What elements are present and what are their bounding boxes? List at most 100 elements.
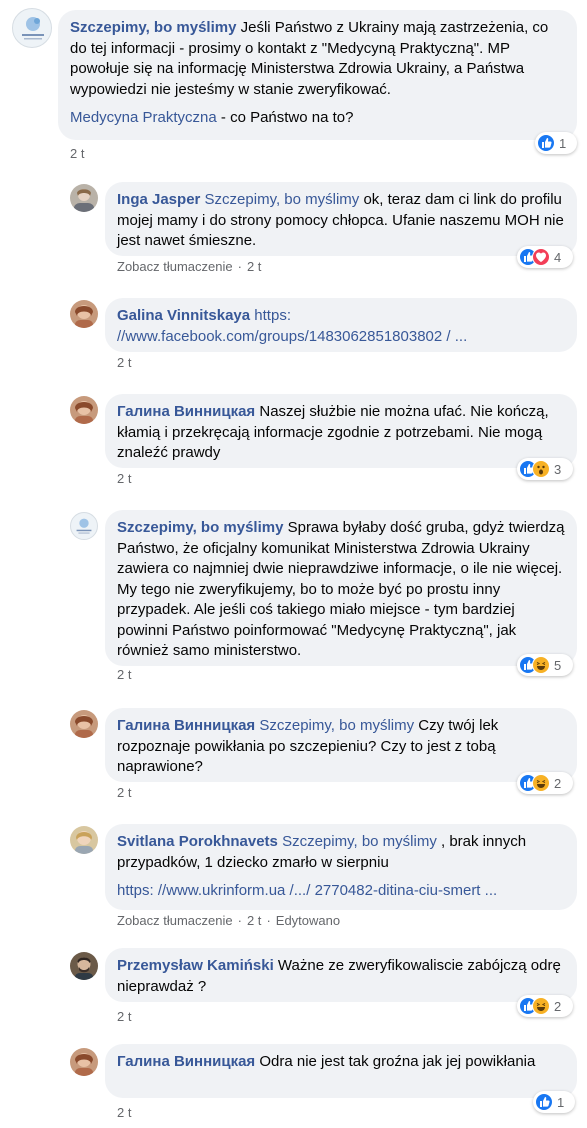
comment-link-paragraph: https: //www.ukrinform.ua /.../ 2770482-… [117,881,565,902]
comment-meta: 2 t [117,785,131,800]
edited-label[interactable]: Edytowano [276,913,340,928]
comment-meta: 2 t [117,1105,131,1120]
meta-separator: · [266,913,271,928]
user-photo-icon [75,715,93,738]
reply-comment: Galina Vinnitskaya https: //www.facebook… [0,292,587,382]
avatar[interactable] [70,710,98,738]
reaction-count: 2 [554,998,562,1014]
comment-author[interactable]: Szczepimy, bo myślimy [117,519,283,536]
comment-meta: Zobacz tłumaczenie · 2 t [117,259,261,274]
comment-timestamp[interactable]: 2 t [117,355,131,370]
reply-comment: Przemysław Kamiński Ważne ze zweryfikowa… [0,942,587,1032]
comment-bubble: Galina Vinnitskaya https: //www.facebook… [105,298,577,352]
reply-comment: Szczepimy, bo myślimy Sprawa byłaby dość… [0,504,587,696]
comment-author[interactable]: Inga Jasper [117,191,200,208]
reactions-summary[interactable]: 2 [517,772,573,794]
reactions-summary[interactable]: 4 [517,246,573,268]
comment-timestamp[interactable]: 2 t [117,1105,131,1120]
comment-bubble: Przemysław Kamiński Ważne ze zweryfikowa… [105,948,577,1002]
comment-bubble: Szczepimy, bo myślimy Jeśli Państwo z Uk… [58,10,577,140]
comment-text: Odra nie jest tak groźna jak jej powikła… [255,1053,536,1070]
comment-bubble: Галина Винницкая Odra nie jest tak groźn… [105,1044,577,1098]
reactions-summary[interactable]: 1 [535,132,577,154]
comment: Szczepimy, bo myślimy Jeśli Państwo z Uk… [0,0,587,170]
comment-timestamp[interactable]: 2 t [117,667,131,682]
haha-reaction-icon [532,656,550,674]
comment-bubble: Галина Винницкая Naszej służbie nie możn… [105,394,577,468]
user-photo-icon [75,1053,93,1076]
wow-reaction-icon [532,460,550,478]
reactions-summary[interactable]: 1 [533,1091,575,1113]
reactions-summary[interactable]: 3 [517,458,573,480]
love-reaction-icon [532,248,550,266]
see-translation-link[interactable]: Zobacz tłumaczenie [117,259,233,274]
reply-comment: Галина Винницкая Naszej służbie nie możn… [0,388,587,498]
user-photo-icon [75,401,93,424]
haha-reaction-icon [532,997,550,1015]
user-photo-icon [75,957,93,980]
comment-meta: Zobacz tłumaczenie · 2 t · Edytowano [117,913,340,928]
reply-comment: Галина Винницкая Szczepimy, bo myślimy C… [0,702,587,812]
comment-bubble: Галина Винницкая Szczepimy, bo myślimy C… [105,708,577,782]
comment-timestamp[interactable]: 2 t [117,785,131,800]
comment-meta: 2 t [117,471,131,486]
avatar[interactable] [70,184,98,212]
meta-separator: · [237,259,242,274]
comment-author[interactable]: Галина Винницкая [117,717,255,734]
avatar[interactable] [70,396,98,424]
reply-comment: Inga Jasper Szczepimy, bo myślimy ok, te… [0,176,587,286]
user-photo-icon [75,305,93,328]
reaction-count: 3 [554,461,562,477]
reactions-summary[interactable]: 2 [517,995,573,1017]
reaction-count: 1 [559,135,567,151]
comment-timestamp[interactable]: 2 t [70,146,84,161]
avatar[interactable] [70,512,98,540]
user-photo-icon [75,831,93,854]
reaction-count: 2 [554,775,562,791]
avatar[interactable] [12,8,52,48]
avatar[interactable] [70,952,98,980]
page-logo-icon [76,518,92,534]
meta-separator: · [237,913,242,928]
comment-author[interactable]: Галина Винницкая [117,403,255,420]
like-reaction-icon [537,134,555,152]
mention-link[interactable]: Medycyna Praktyczna [70,109,217,126]
reaction-count: 4 [554,249,562,265]
see-translation-link[interactable]: Zobacz tłumaczenie [117,913,233,928]
mention-link[interactable]: Szczepimy, bo myślimy [205,191,360,208]
comment-timestamp[interactable]: 2 t [117,471,131,486]
avatar[interactable] [70,300,98,328]
comment-author[interactable]: Galina Vinnitskaya [117,307,250,324]
mention-link[interactable]: Szczepimy, bo myślimy [282,833,437,850]
comment-timestamp[interactable]: 2 t [247,259,261,274]
url-link[interactable]: https: //www.ukrinform.ua /.../ 2770482-… [117,882,497,899]
like-reaction-icon [535,1093,553,1111]
haha-reaction-icon [532,774,550,792]
mention-link[interactable]: Szczepimy, bo myślimy [259,717,414,734]
comment-bubble: Inga Jasper Szczepimy, bo myślimy ok, te… [105,182,577,256]
comment-author[interactable]: Галина Винницкая [117,1053,255,1070]
comment-timestamp[interactable]: 2 t [247,913,261,928]
reactions-summary[interactable]: 5 [517,654,573,676]
comment-timestamp[interactable]: 2 t [117,1009,131,1024]
comment-meta: 2 t [117,1009,131,1024]
reply-comment: Svitlana Porokhnavets Szczepimy, bo myśl… [0,818,587,938]
reaction-count: 5 [554,657,562,673]
comment-meta: 2 t [70,146,84,161]
avatar[interactable] [70,1048,98,1076]
comment-author[interactable]: Szczepimy, bo myślimy [70,19,236,36]
comment-meta: 2 t [117,667,131,682]
comment-meta: 2 t [117,355,131,370]
reaction-count: 1 [557,1094,565,1110]
comment-author[interactable]: Svitlana Porokhnavets [117,833,278,850]
page-logo-icon [22,17,44,40]
comment-text-2: - co Państwo na to? [216,109,354,126]
user-photo-icon [74,189,94,212]
comment-bubble: Svitlana Porokhnavets Szczepimy, bo myśl… [105,824,577,910]
comments-thread: Szczepimy, bo myślimy Jeśli Państwo z Uk… [0,0,587,1128]
reply-comment: Галина Винницкая Odra nie jest tak groźn… [0,1038,587,1128]
comment-author[interactable]: Przemysław Kamiński [117,957,274,974]
comment-text: Sprawa byłaby dość gruba, gdyż twierdzą … [117,519,565,659]
avatar[interactable] [70,826,98,854]
comment-bubble: Szczepimy, bo myślimy Sprawa byłaby dość… [105,510,577,666]
